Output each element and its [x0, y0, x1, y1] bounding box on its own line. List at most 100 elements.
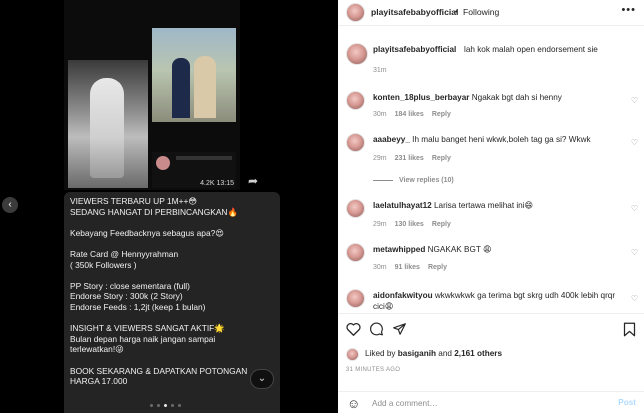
liked-by-prefix: Liked by: [365, 349, 396, 358]
comment-text: Larisa tertawa melihat ini😄: [434, 201, 534, 210]
heart-icon[interactable]: ♡: [631, 248, 638, 257]
comment-meta: 30m 184 likes Reply: [373, 111, 451, 118]
divider-line: [373, 180, 393, 181]
comment-icon[interactable]: [369, 322, 384, 336]
carousel-dot: [150, 404, 153, 407]
person-figure: [172, 58, 190, 118]
avatar[interactable]: [346, 3, 365, 22]
post-side-panel: playitsafebabyofficial • Following ••• p…: [338, 0, 644, 413]
comment-likes[interactable]: 91 likes: [395, 264, 420, 271]
post-media: 4.2K 13:15 ➦ VIEWERS TERBARU UP 1M++😳 SED…: [0, 0, 338, 413]
comment-line: aaabeyy_ Ih malu banget heni wkwk,boleh …: [373, 135, 628, 146]
media-caption-line: PP Story : close sementara (full): [70, 280, 190, 291]
heart-icon[interactable]: ♡: [631, 138, 638, 147]
media-caption-line: Bulan depan harga naik jangan sampai: [70, 333, 216, 344]
caption-username[interactable]: playitsafebabyofficial: [373, 45, 456, 54]
media-caption-line: INSIGHT & VIEWERS SANGAT AKTIF🌟: [70, 323, 225, 334]
avatar[interactable]: [346, 199, 365, 218]
caption-time: 31m: [373, 67, 387, 74]
comment-username[interactable]: laelatulhayat12: [373, 201, 432, 210]
post-button[interactable]: Post: [618, 398, 636, 407]
mini-avatar: [156, 156, 170, 170]
share-arrow-icon[interactable]: ➦: [248, 174, 258, 188]
reply-button[interactable]: Reply: [432, 111, 451, 118]
header-username[interactable]: playitsafebabyofficial: [371, 7, 458, 17]
comment-item: metawhipped NGAKAK BGT 😩 30m 91 likes Re…: [338, 243, 644, 283]
view-replies-label[interactable]: View replies (10): [399, 177, 454, 184]
media-caption-line: [70, 217, 282, 228]
comment-line: aidonfakwityou wkwkwkwk ga terima bgt sk…: [373, 291, 628, 312]
avatar[interactable]: [346, 43, 368, 65]
reply-button[interactable]: Reply: [428, 264, 447, 271]
media-caption-line: [70, 270, 282, 281]
comment-username[interactable]: aidonfakwityou: [373, 291, 433, 300]
media-caption-line: Endorse Story : 300k (2 Story): [70, 291, 183, 302]
heart-icon[interactable]: ♡: [631, 294, 638, 303]
carousel-dot-active: [164, 404, 167, 407]
mini-stats: [176, 156, 232, 160]
comment-item: aaabeyy_ Ih malu banget heni wkwk,boleh …: [338, 133, 644, 173]
comment-line: konten_18plus_berbayar Ngakak bgt dah si…: [373, 93, 628, 104]
avatar[interactable]: [346, 133, 365, 152]
avatar[interactable]: [346, 91, 365, 110]
reply-button[interactable]: Reply: [432, 221, 451, 228]
heart-icon[interactable]: ♡: [631, 204, 638, 213]
story-stats: 4.2K 13:15: [200, 179, 234, 187]
emoji-smile-icon[interactable]: ☺: [347, 396, 360, 411]
carousel-dot: [178, 404, 181, 407]
comment-username[interactable]: metawhipped: [373, 245, 425, 254]
caption-text: lah kok malah open endorsement sie: [464, 45, 598, 54]
view-replies-button[interactable]: View replies (10): [373, 177, 454, 184]
comment-meta: 29m 130 likes Reply: [373, 221, 451, 228]
media-caption-line: terlewatkan!😜: [70, 344, 124, 355]
likes-count[interactable]: 2,161 others: [454, 349, 502, 358]
avatar[interactable]: [346, 243, 365, 262]
comment-likes[interactable]: 231 likes: [395, 155, 424, 162]
person-figure: [194, 56, 216, 118]
media-caption-line: ( 350k Followers ): [70, 259, 137, 270]
comment-likes[interactable]: 130 likes: [395, 221, 424, 228]
reply-button[interactable]: Reply: [432, 155, 451, 162]
liked-by-user[interactable]: basiganih: [398, 349, 436, 358]
media-caption-line: Endorse Feeds : 1,2jt (keep 1 bulan): [70, 301, 206, 312]
post-actions: Liked by basiganih and 2,161 others 31 M…: [338, 313, 644, 413]
media-caption-line: [70, 313, 282, 324]
avatar[interactable]: [346, 348, 359, 361]
chevron-down-icon[interactable]: ⌄: [250, 369, 274, 389]
comment-input[interactable]: [372, 396, 592, 411]
comment-text: Ngakak bgt dah si henny: [471, 93, 562, 102]
comment-line: laelatulhayat12 Larisa tertawa melihat i…: [373, 201, 628, 212]
avatar[interactable]: [346, 289, 365, 308]
media-caption-line: Rate Card @ Hennyyrahman: [70, 248, 179, 259]
prev-media-button[interactable]: ‹: [2, 197, 18, 213]
bookmark-icon[interactable]: [623, 322, 636, 337]
photo-thumbnail-left: [68, 60, 148, 188]
comment-time: 30m: [373, 264, 387, 271]
following-button[interactable]: Following: [463, 7, 499, 17]
liked-by-and: and: [438, 349, 452, 358]
comment-username[interactable]: aaabeyy_: [373, 135, 410, 144]
comment-item: laelatulhayat12 Larisa tertawa melihat i…: [338, 199, 644, 239]
comment-meta: 30m 91 likes Reply: [373, 264, 447, 271]
photo-thumbnail-right: [152, 28, 236, 122]
media-caption-line: [70, 238, 282, 249]
carousel-dot: [171, 404, 174, 407]
post-header: playitsafebabyofficial • Following •••: [338, 0, 644, 26]
add-comment-bar: ☺ Post: [338, 391, 644, 413]
comment-line: metawhipped NGAKAK BGT 😩: [373, 245, 628, 256]
comment-text: NGAKAK BGT 😩: [427, 245, 492, 254]
comment-username[interactable]: konten_18plus_berbayar: [373, 93, 469, 102]
media-caption-text: VIEWERS TERBARU UP 1M++😳 SEDANG HANGAT DI…: [70, 196, 282, 387]
more-options-button[interactable]: •••: [621, 4, 636, 16]
person-figure: [90, 78, 124, 178]
heart-icon[interactable]: ♡: [631, 96, 638, 105]
heart-icon[interactable]: [346, 322, 361, 336]
comment-likes[interactable]: 184 likes: [395, 111, 424, 118]
media-caption-line: SEDANG HANGAT DI PERBINCANGKAN🔥: [70, 206, 238, 217]
comment-time: 29m: [373, 221, 387, 228]
media-caption-line: Kebayang Feedbacknya sebagus apa?😍: [70, 227, 225, 238]
carousel-dot: [157, 404, 160, 407]
share-icon[interactable]: [392, 322, 407, 336]
header-separator: •: [455, 6, 459, 16]
comment-time: 30m: [373, 111, 387, 118]
